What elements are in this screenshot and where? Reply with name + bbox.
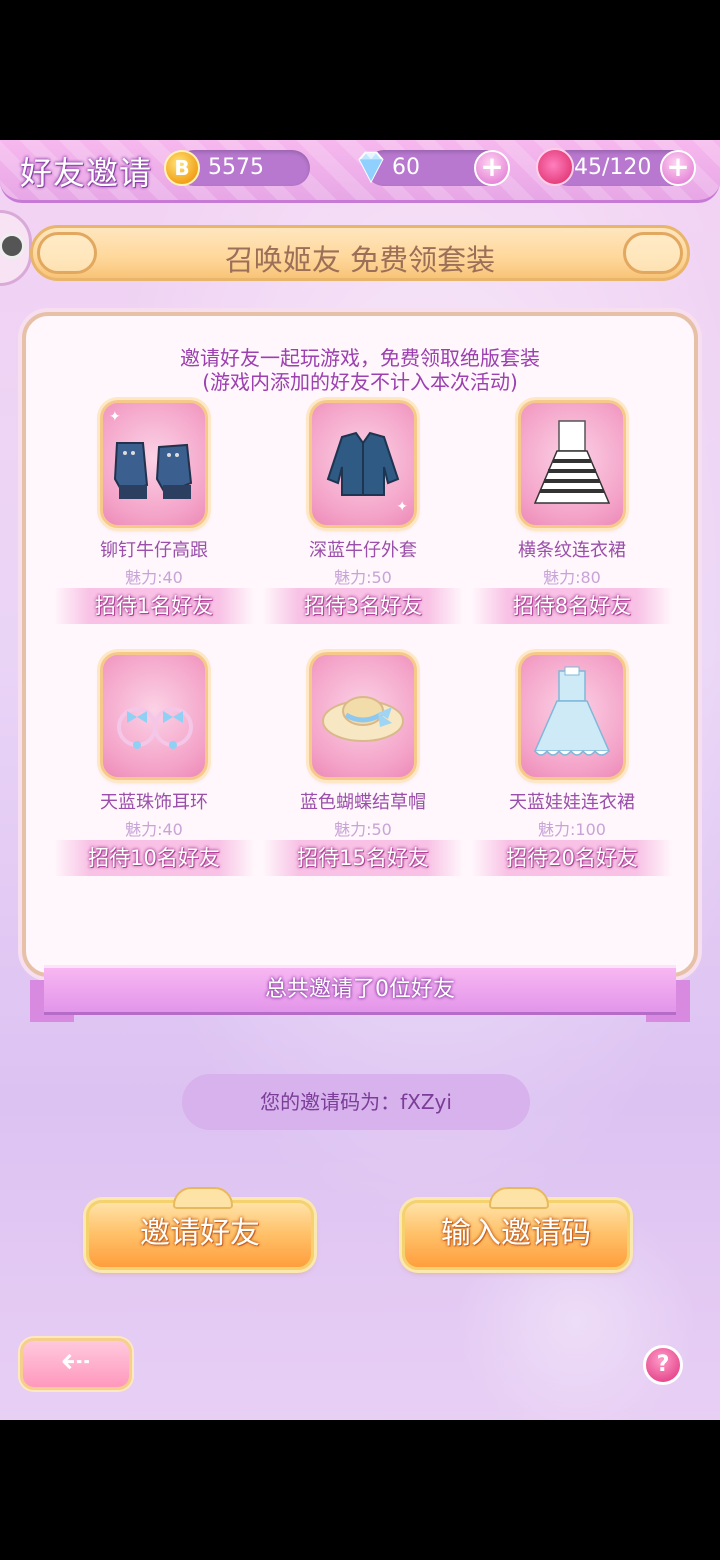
invite-code-display: 您的邀请码为：fXZyi: [182, 1074, 530, 1130]
question-mark-icon: ?: [656, 1352, 670, 1377]
reward-requirement: 招待3名好友: [263, 588, 463, 624]
reward-charm: 魅力:80: [543, 568, 601, 587]
game-screen: 好友邀请 B 5575 60 + 45/120 + 召唤姬友 免费领套装 邀请好…: [0, 140, 720, 1420]
reward-name: 横条纹连衣裙: [518, 540, 626, 561]
reward-panel: 邀请好友一起玩游戏，免费领取绝版套装 (游戏内添加的好友不计入本次活动) ✦ 铆…: [22, 312, 698, 977]
reward-charm: 魅力:50: [334, 568, 392, 587]
reward-requirement: 招待1名好友: [54, 588, 254, 624]
mascot-icon: [0, 233, 25, 259]
reward-item[interactable]: 蓝色蝴蝶结草帽 魅力:50: [273, 652, 453, 840]
reward-frame: [100, 652, 208, 780]
stamina-amount: 45/120: [574, 155, 652, 180]
reward-name: 蓝色蝴蝶结草帽: [300, 792, 426, 813]
event-banner: 召唤姬友 免费领套装: [30, 225, 690, 281]
invite-friends-label: 邀请好友: [140, 1216, 260, 1251]
reward-name: 天蓝娃娃连衣裙: [509, 792, 635, 813]
banner-title: 召唤姬友 免费领套装: [224, 243, 496, 277]
reward-frame: [518, 400, 626, 528]
invite-friends-button[interactable]: 邀请好友: [86, 1187, 314, 1270]
reward-name: 天蓝珠饰耳环: [100, 792, 208, 813]
invited-count-ribbon: 总共邀请了0位好友: [44, 965, 676, 1015]
rose-icon: [536, 148, 574, 186]
panel-description-line2: (游戏内添加的好友不计入本次活动): [202, 370, 518, 394]
add-diamonds-button[interactable]: +: [474, 150, 510, 186]
reward-item[interactable]: 天蓝珠饰耳环 魅力:40: [64, 652, 244, 840]
back-button[interactable]: ⇠: [20, 1338, 132, 1390]
enter-invite-code-button[interactable]: 输入邀请码: [402, 1187, 630, 1270]
reward-frame: [518, 652, 626, 780]
diamond-icon: [358, 151, 384, 184]
enter-invite-code-label: 输入邀请码: [441, 1216, 591, 1251]
top-bar: 好友邀请 B 5575 60 + 45/120 +: [0, 140, 720, 203]
straw-hat-icon: [322, 696, 404, 742]
coin-amount: 5575: [208, 155, 264, 180]
reward-charm: 魅力:40: [125, 568, 183, 587]
arrow-back-icon: ⇠: [60, 1341, 92, 1382]
help-button[interactable]: ?: [643, 1345, 683, 1385]
striped-dress-icon: [533, 420, 611, 504]
crown-ornament-icon: [489, 1187, 549, 1209]
reward-item[interactable]: 天蓝娃娃连衣裙 魅力:100: [482, 652, 662, 840]
reward-requirement: 招待10名好友: [54, 840, 254, 876]
coin-icon: B: [164, 150, 200, 186]
diamond-amount: 60: [392, 155, 420, 180]
earrings-icon: [117, 707, 193, 749]
reward-requirement: 招待20名好友: [472, 840, 672, 876]
reward-charm: 魅力:100: [538, 820, 606, 839]
page-title: 好友邀请: [20, 154, 153, 192]
reward-frame: ✦: [100, 400, 208, 528]
panel-description: 邀请好友一起玩游戏，免费领取绝版套装 (游戏内添加的好友不计入本次活动): [26, 346, 694, 394]
doll-dress-icon: [533, 666, 611, 756]
panel-description-line1: 邀请好友一起玩游戏，免费领取绝版套装: [180, 346, 540, 370]
side-tab[interactable]: [0, 210, 32, 286]
crown-ornament-icon: [173, 1187, 233, 1209]
reward-frame: ✦: [309, 400, 417, 528]
reward-charm: 魅力:40: [125, 820, 183, 839]
reward-item[interactable]: ✦ 铆钉牛仔高跟 魅力:40: [64, 400, 244, 588]
reward-frame: [309, 652, 417, 780]
add-stamina-button[interactable]: +: [660, 150, 696, 186]
reward-requirement: 招待8名好友: [472, 588, 672, 624]
reward-requirement: 招待15名好友: [263, 840, 463, 876]
reward-item[interactable]: 横条纹连衣裙 魅力:80: [482, 400, 662, 588]
reward-item[interactable]: ✦ 深蓝牛仔外套 魅力:50: [273, 400, 453, 588]
reward-name: 铆钉牛仔高跟: [100, 540, 208, 561]
reward-name: 深蓝牛仔外套: [309, 540, 417, 561]
reward-charm: 魅力:50: [334, 820, 392, 839]
